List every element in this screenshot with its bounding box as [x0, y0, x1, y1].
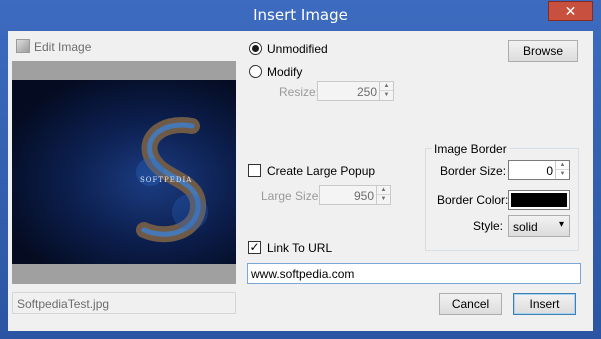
spin-down-icon[interactable]: ▼	[556, 170, 569, 179]
browse-button[interactable]: Browse	[508, 40, 578, 62]
dialog-body: Edit Image SOFTPEDIA SoftpediaTest.jpg U…	[8, 31, 593, 331]
preview-caption: SOFTPEDIA	[140, 176, 193, 184]
large-size-arrows[interactable]: ▲ ▼	[376, 186, 390, 204]
border-color-picker[interactable]	[508, 190, 570, 210]
window-title: Insert Image	[253, 6, 348, 24]
large-size-label: Large Size:	[261, 189, 322, 203]
insert-button[interactable]: Insert	[513, 293, 576, 315]
create-popup-checkbox[interactable]	[248, 164, 261, 177]
modify-label[interactable]: Modify	[267, 65, 302, 79]
resize-arrows[interactable]: ▲ ▼	[379, 82, 393, 100]
close-button[interactable]: ✕	[548, 1, 593, 21]
border-color-swatch	[511, 193, 567, 207]
border-style-value: solid	[513, 220, 538, 234]
border-style-select[interactable]: solid ▾	[508, 215, 570, 237]
spin-up-icon[interactable]: ▲	[380, 82, 393, 91]
chevron-down-icon: ▾	[558, 219, 564, 230]
image-edit-icon	[16, 39, 30, 53]
border-color-label: Border Color:	[437, 193, 509, 207]
create-popup-label[interactable]: Create Large Popup	[267, 164, 375, 178]
spin-down-icon[interactable]: ▼	[377, 195, 390, 204]
url-input[interactable]: www.softpedia.com	[247, 263, 581, 284]
spin-down-icon[interactable]: ▼	[380, 91, 393, 100]
border-size-label: Border Size:	[440, 164, 507, 178]
image-border-title: Image Border	[432, 142, 509, 156]
edit-image-button[interactable]: Edit Image	[12, 37, 127, 57]
image-preview: SOFTPEDIA	[12, 61, 236, 284]
large-size-spinner[interactable]: 950 ▲ ▼	[319, 185, 391, 205]
unmodified-label[interactable]: Unmodified	[267, 42, 328, 56]
link-url-checkbox[interactable]: ✓	[248, 241, 261, 254]
unmodified-radio[interactable]	[249, 42, 262, 55]
resize-spinner[interactable]: 250 ▲ ▼	[317, 81, 394, 101]
spin-up-icon[interactable]: ▲	[556, 161, 569, 170]
modify-radio[interactable]	[249, 65, 262, 78]
cancel-button[interactable]: Cancel	[439, 293, 502, 315]
border-size-value: 0	[546, 164, 553, 178]
style-label: Style:	[473, 219, 504, 233]
resize-value: 250	[356, 85, 377, 99]
insert-image-dialog: Insert Image ✕ Edit Image SOFTPEDIA Soft…	[0, 0, 601, 339]
border-size-spinner[interactable]: 0 ▲ ▼	[508, 160, 570, 180]
title-bar: Insert Image ✕	[0, 0, 601, 31]
border-size-arrows[interactable]: ▲ ▼	[555, 161, 569, 179]
large-size-value: 950	[353, 189, 374, 203]
preview-picture: SOFTPEDIA	[12, 80, 236, 264]
edit-image-label: Edit Image	[34, 40, 92, 54]
resize-label: Resize:	[279, 85, 320, 99]
filename-field: SoftpediaTest.jpg	[12, 292, 236, 314]
link-url-label[interactable]: Link To URL	[267, 241, 332, 255]
spin-up-icon[interactable]: ▲	[377, 186, 390, 195]
